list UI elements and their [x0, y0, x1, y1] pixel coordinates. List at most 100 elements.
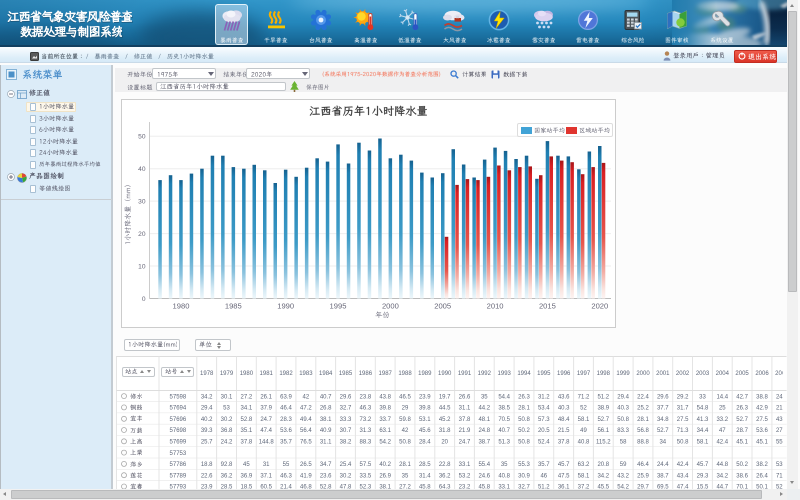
- svg-text:30.1: 30.1: [221, 394, 233, 400]
- svg-text:56.1: 56.1: [597, 428, 609, 434]
- svg-text:28.3: 28.3: [280, 417, 292, 423]
- svg-text:50.8: 50.8: [399, 440, 411, 446]
- svg-text:54.8: 54.8: [697, 406, 709, 412]
- svg-text:42.7: 42.7: [736, 394, 748, 400]
- svg-text:29.6: 29.6: [657, 394, 669, 400]
- svg-text:58.1: 58.1: [578, 473, 590, 479]
- svg-text:1997: 1997: [577, 371, 591, 377]
- svg-text:14.4: 14.4: [716, 394, 728, 400]
- svg-text:83.3: 83.3: [617, 428, 629, 434]
- svg-text:56.8: 56.8: [637, 428, 649, 434]
- svg-text:40.2: 40.2: [201, 417, 213, 423]
- svg-text:46.3: 46.3: [280, 473, 292, 479]
- svg-text:1989: 1989: [418, 371, 432, 377]
- svg-text:34.1: 34.1: [241, 406, 253, 412]
- svg-text:36.8: 36.8: [221, 428, 233, 434]
- svg-text:2000: 2000: [636, 371, 650, 377]
- svg-text:45: 45: [243, 462, 250, 468]
- svg-text:24.4: 24.4: [657, 462, 669, 468]
- svg-text:45.6: 45.6: [419, 428, 431, 434]
- svg-text:43.6: 43.6: [558, 394, 570, 400]
- svg-text:1991: 1991: [458, 371, 472, 377]
- svg-text:53.6: 53.6: [280, 428, 292, 434]
- svg-text:1980: 1980: [240, 371, 254, 377]
- svg-text:55.3: 55.3: [518, 462, 530, 468]
- svg-text:28.5: 28.5: [419, 462, 431, 468]
- svg-text:71.3: 71.3: [677, 428, 689, 434]
- svg-text:50.2: 50.2: [736, 462, 748, 468]
- svg-text:63.9: 63.9: [280, 394, 292, 400]
- svg-text:33.2: 33.2: [716, 417, 728, 423]
- svg-text:88.8: 88.8: [637, 440, 649, 446]
- svg-text:53.6: 53.6: [756, 428, 768, 434]
- svg-text:44.8: 44.8: [716, 462, 728, 468]
- svg-text:2001: 2001: [656, 371, 670, 377]
- svg-text:25.2: 25.2: [637, 406, 649, 412]
- svg-text:92.8: 92.8: [221, 462, 233, 468]
- svg-text:24.2: 24.2: [221, 440, 233, 446]
- svg-text:32.7: 32.7: [340, 406, 352, 412]
- svg-text:38.8: 38.8: [756, 394, 768, 400]
- svg-text:42: 42: [402, 428, 409, 434]
- svg-text:33: 33: [699, 394, 706, 400]
- svg-text:50.8: 50.8: [677, 440, 689, 446]
- svg-text:35: 35: [501, 462, 508, 468]
- svg-text:40.8: 40.8: [578, 440, 590, 446]
- svg-text:29.4: 29.4: [201, 406, 213, 412]
- svg-text:37.8: 37.8: [558, 440, 570, 446]
- svg-text:56.4: 56.4: [300, 428, 312, 434]
- svg-text:34.2: 34.2: [597, 473, 609, 479]
- svg-text:57.5: 57.5: [360, 462, 372, 468]
- svg-text:44.5: 44.5: [439, 406, 451, 412]
- svg-text:39.8: 39.8: [379, 406, 391, 412]
- svg-text:40.7: 40.7: [498, 428, 510, 434]
- svg-text:2006: 2006: [755, 371, 769, 377]
- svg-text:43.4: 43.4: [677, 473, 689, 479]
- svg-text:2002: 2002: [676, 371, 690, 377]
- svg-text:54.2: 54.2: [379, 440, 391, 446]
- svg-text:29.3: 29.3: [697, 473, 709, 479]
- svg-text:34.2: 34.2: [201, 394, 213, 400]
- svg-text:22.8: 22.8: [439, 462, 451, 468]
- svg-text:23.9: 23.9: [419, 394, 431, 400]
- svg-text:1982: 1982: [279, 371, 293, 377]
- svg-text:22.4: 22.4: [637, 394, 649, 400]
- svg-text:2004: 2004: [716, 371, 730, 377]
- svg-text:1983: 1983: [299, 371, 313, 377]
- svg-text:28.7: 28.7: [736, 428, 748, 434]
- svg-text:50.8: 50.8: [518, 440, 530, 446]
- svg-text:28.1: 28.1: [637, 417, 649, 423]
- svg-text:26.3: 26.3: [518, 394, 530, 400]
- svg-text:23.8: 23.8: [360, 394, 372, 400]
- svg-text:26.1: 26.1: [260, 394, 272, 400]
- svg-text:1999: 1999: [616, 371, 630, 377]
- svg-text:47.4: 47.4: [260, 428, 272, 434]
- svg-text:40.8: 40.8: [498, 473, 510, 479]
- svg-text:35.7: 35.7: [538, 462, 550, 468]
- svg-text:45.2: 45.2: [439, 417, 451, 423]
- svg-text:57699: 57699: [170, 440, 187, 446]
- svg-text:59.8: 59.8: [399, 417, 411, 423]
- svg-text:20.5: 20.5: [538, 428, 550, 434]
- svg-text:36.2: 36.2: [439, 473, 451, 479]
- svg-text:25: 25: [719, 406, 726, 412]
- svg-text:23.6: 23.6: [320, 473, 332, 479]
- svg-text:63.1: 63.1: [379, 428, 391, 434]
- svg-text:47.2: 47.2: [300, 406, 312, 412]
- svg-text:37.9: 37.9: [260, 406, 272, 412]
- svg-text:28.1: 28.1: [399, 462, 411, 468]
- svg-text:34.8: 34.8: [657, 417, 669, 423]
- svg-text:52.7: 52.7: [736, 417, 748, 423]
- svg-text:20: 20: [441, 440, 448, 446]
- svg-text:27.5: 27.5: [677, 417, 689, 423]
- svg-text:34.2: 34.2: [716, 473, 728, 479]
- svg-text:46.4: 46.4: [637, 462, 649, 468]
- svg-text:25.7: 25.7: [201, 440, 213, 446]
- svg-text:34.4: 34.4: [697, 428, 709, 434]
- svg-text:57786: 57786: [170, 462, 187, 468]
- svg-text:46.4: 46.4: [280, 406, 292, 412]
- svg-text:40.9: 40.9: [320, 428, 332, 434]
- svg-text:26.8: 26.8: [320, 406, 332, 412]
- svg-text:37.8: 37.8: [459, 417, 471, 423]
- svg-text:31.3: 31.3: [360, 428, 372, 434]
